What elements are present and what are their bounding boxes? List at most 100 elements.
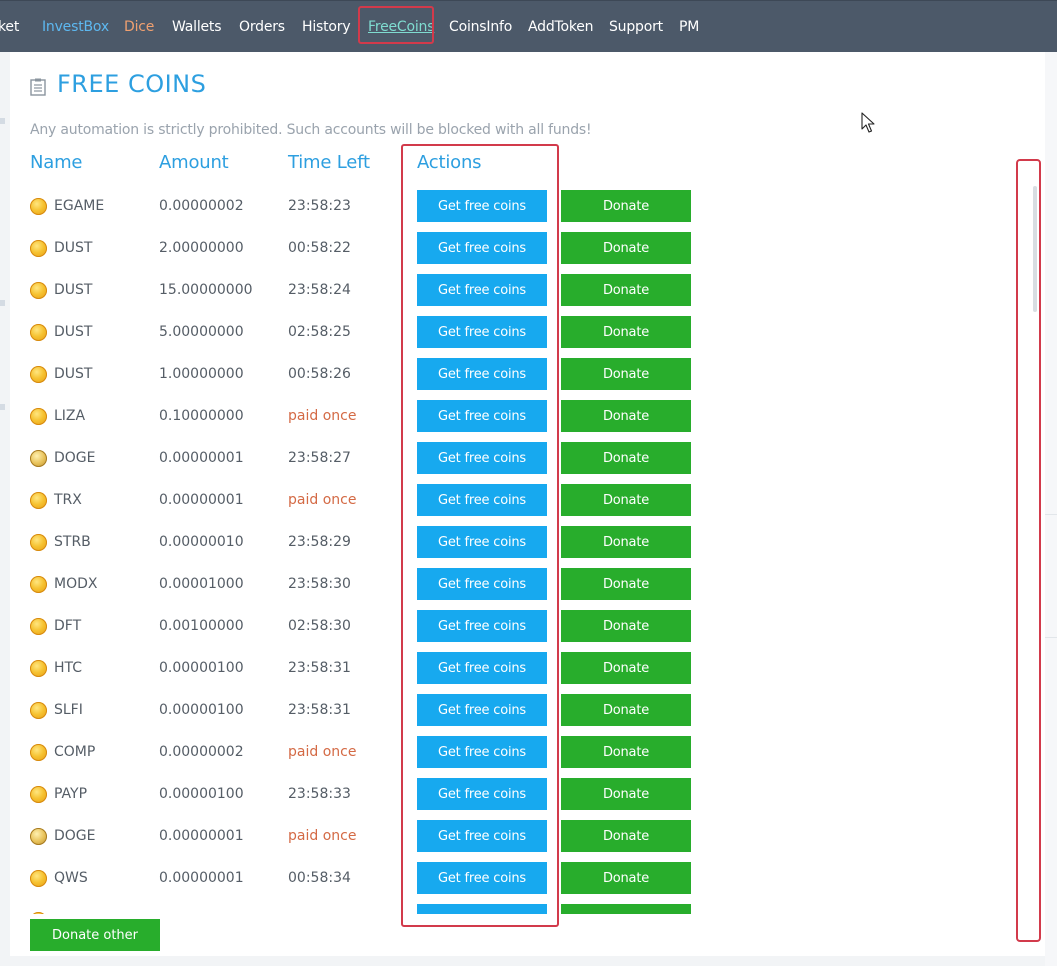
coin-name: MODX <box>54 576 98 592</box>
coin-icon <box>30 870 47 887</box>
donate-button[interactable]: Donate <box>561 274 691 306</box>
coin-icon <box>30 744 47 761</box>
nav-item-dice[interactable]: Dice <box>124 1 154 53</box>
donate-button[interactable]: Donate <box>561 190 691 222</box>
nav-item-support[interactable]: Support <box>609 1 663 53</box>
doge-coin-icon <box>30 450 47 467</box>
coin-amount: 5.00000000 <box>159 324 244 340</box>
automation-notice: Any automation is strictly prohibited. S… <box>30 122 592 138</box>
time-left: 23:58:33 <box>288 786 351 802</box>
coin-icon <box>30 366 47 383</box>
coin-icon <box>30 702 47 719</box>
coin-name: STRB <box>54 534 91 550</box>
donate-button[interactable]: Donate <box>561 736 691 768</box>
donate-button[interactable]: Donate <box>561 904 691 914</box>
time-left: paid once <box>288 744 357 760</box>
donate-button[interactable]: Donate <box>561 778 691 810</box>
coin-amount: 0.00000001 <box>159 450 244 466</box>
coin-amount: 0.00000002 <box>159 744 244 760</box>
coin-amount: 2.00000000 <box>159 240 244 256</box>
nav-item-ket[interactable]: ket <box>0 1 19 53</box>
coin-amount: 0.00000100 <box>159 660 244 676</box>
nav-item-history[interactable]: History <box>302 1 351 53</box>
donate-button[interactable]: Donate <box>561 820 691 852</box>
coin-name: HTC <box>54 660 83 676</box>
coin-icon <box>30 240 47 257</box>
nav-item-orders[interactable]: Orders <box>239 1 285 53</box>
time-left: 23:58:31 <box>288 702 351 718</box>
coin-name: DUST <box>54 240 93 256</box>
time-left: 00:58:26 <box>288 366 351 382</box>
coin-icon <box>30 324 47 341</box>
coin-name: DUST <box>54 282 93 298</box>
donate-button[interactable]: Donate <box>561 526 691 558</box>
coin-icon <box>30 282 47 299</box>
column-header-time-left: Time Left <box>288 152 370 173</box>
coin-name: SLFI <box>54 702 83 718</box>
time-left: 23:58:24 <box>288 282 351 298</box>
donate-button[interactable]: Donate <box>561 568 691 600</box>
coin-icon <box>30 786 47 803</box>
coin-icon <box>30 660 47 677</box>
time-left: 00:58:34 <box>288 870 351 886</box>
time-left: 00:58:22 <box>288 240 351 256</box>
coin-name: LIZA <box>54 408 86 424</box>
coin-amount: 1.00000000 <box>159 366 244 382</box>
coin-name: EGAME <box>54 198 105 214</box>
nav-item-addtoken[interactable]: AddToken <box>528 1 594 53</box>
nav-item-coinsinfo[interactable]: CoinsInfo <box>449 1 512 53</box>
time-left: 02:58:25 <box>288 324 351 340</box>
time-left: 23:58:29 <box>288 534 351 550</box>
time-left: paid once <box>288 408 357 424</box>
donate-button[interactable]: Donate <box>561 652 691 684</box>
coin-icon <box>30 618 47 635</box>
coin-name: DFT <box>54 618 82 634</box>
time-left: paid once <box>288 828 357 844</box>
nav-item-wallets[interactable]: Wallets <box>172 1 222 53</box>
panel-divider <box>1045 637 1057 638</box>
coin-amount: 0.00000010 <box>159 534 244 550</box>
coin-amount: 0.00000002 <box>159 198 244 214</box>
time-left: paid once <box>288 492 357 508</box>
coin-name: TRX <box>54 492 82 508</box>
doge-coin-icon <box>30 828 47 845</box>
donate-button[interactable]: Donate <box>561 610 691 642</box>
bottom-panel-edge <box>10 956 1045 966</box>
column-header-name: Name <box>30 152 83 173</box>
coin-icon <box>30 492 47 509</box>
clipboard-icon <box>30 78 46 96</box>
column-header-amount: Amount <box>159 152 229 173</box>
time-left: 23:58:23 <box>288 198 351 214</box>
coin-amount: 15.00000000 <box>159 282 253 298</box>
scrollbar-thumb[interactable] <box>1033 186 1037 312</box>
coin-amount: 0.00001000 <box>159 576 244 592</box>
coin-amount: 0.00000100 <box>159 702 244 718</box>
time-left: 23:58:27 <box>288 450 351 466</box>
coin-amount: 0.00100000 <box>159 618 244 634</box>
coin-name: DUST <box>54 324 93 340</box>
coin-icon <box>30 912 47 914</box>
donate-other-button[interactable]: Donate other <box>30 919 160 951</box>
coin-amount: 0.00000001 <box>159 492 244 508</box>
donate-button[interactable]: Donate <box>561 442 691 474</box>
page-title: FREE COINS <box>57 70 207 98</box>
coin-icon <box>30 198 47 215</box>
coin-name: PAYP <box>54 786 88 802</box>
donate-button[interactable]: Donate <box>561 358 691 390</box>
coin-name: DUST <box>54 366 93 382</box>
panel-edge-mark <box>0 118 5 124</box>
mouse-cursor-icon <box>861 112 875 133</box>
coin-name: QWS <box>54 870 88 886</box>
donate-button[interactable]: Donate <box>561 862 691 894</box>
time-left: 23:58:31 <box>288 660 351 676</box>
nav-item-pm[interactable]: PM <box>679 1 699 53</box>
donate-button[interactable]: Donate <box>561 484 691 516</box>
scrollbar-highlight <box>1016 159 1041 942</box>
donate-button[interactable]: Donate <box>561 400 691 432</box>
top-nav: ket InvestBox Dice Wallets Orders History Free… <box>0 0 1057 52</box>
donate-button[interactable]: Donate <box>561 316 691 348</box>
nav-item-investbox[interactable]: InvestBox <box>42 1 109 53</box>
time-left: 23:58:30 <box>288 576 351 592</box>
donate-button[interactable]: Donate <box>561 232 691 264</box>
donate-button[interactable]: Donate <box>561 694 691 726</box>
